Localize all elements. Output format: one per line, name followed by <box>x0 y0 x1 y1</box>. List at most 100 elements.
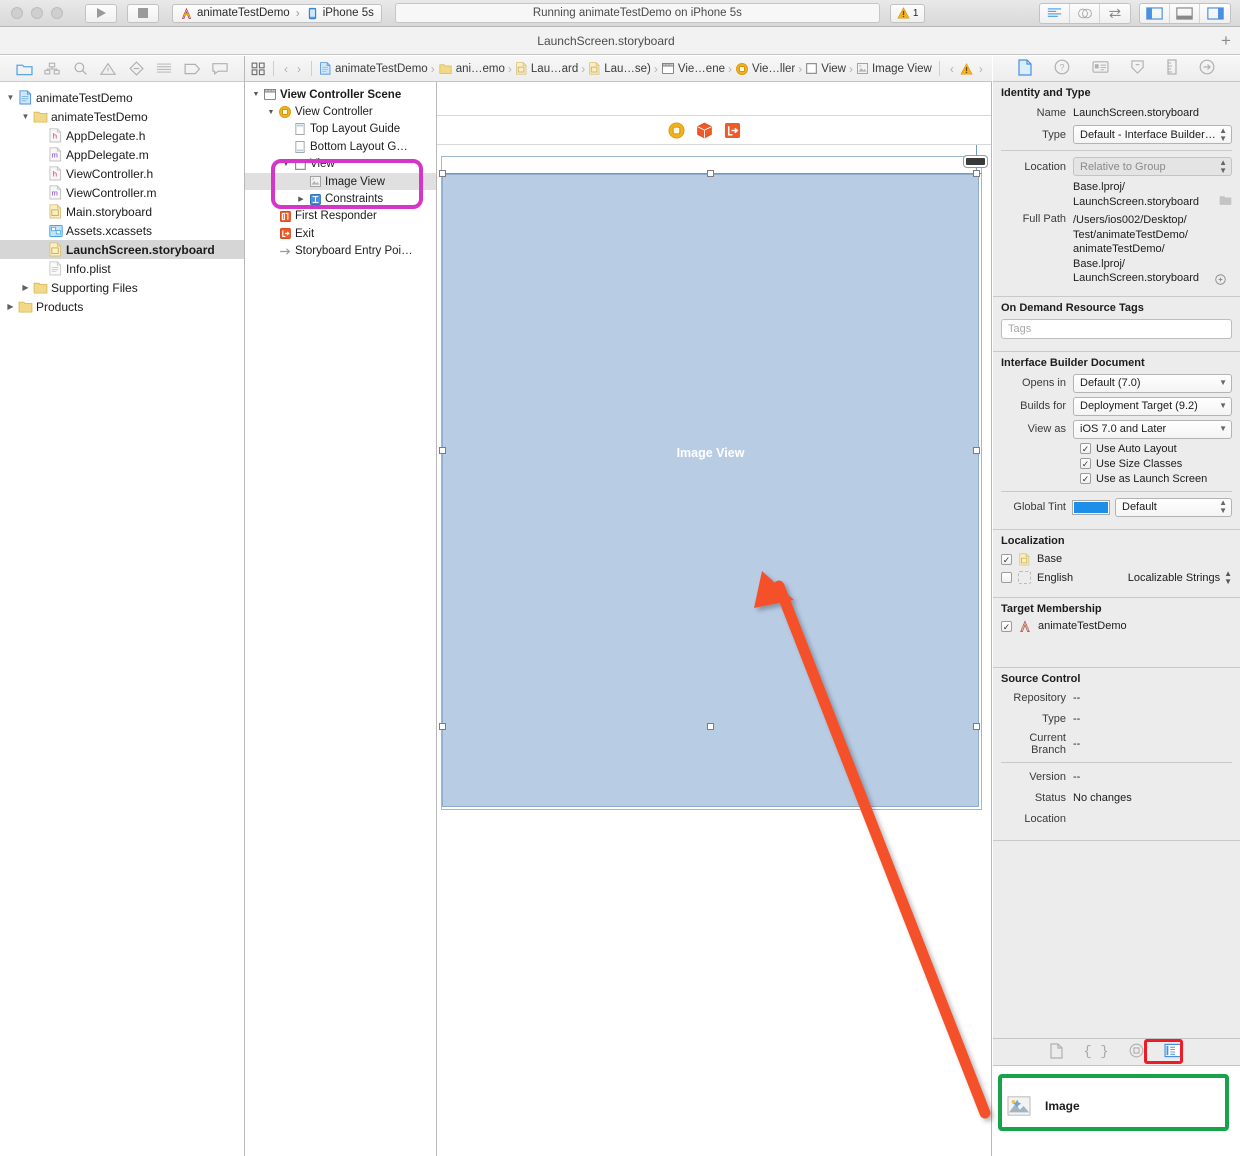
symbol-navigator-tab[interactable] <box>41 60 63 78</box>
project-file-row[interactable]: m AppDelegate.m <box>0 145 244 164</box>
issue-navigator-tab[interactable] <box>97 60 119 78</box>
project-file-tree[interactable]: ▼ animateTestDemo ▼ animateTestDemo h AppDele… <box>0 82 244 316</box>
target-membership-checkbox[interactable]: ✓ <box>1001 620 1012 632</box>
breadcrumb-item[interactable]: Vie…ene <box>661 62 725 75</box>
breadcrumb-item[interactable]: animateTestDemo <box>319 61 428 76</box>
file-inspector-tab[interactable] <box>1018 58 1032 79</box>
selection-handle-mid-right[interactable] <box>973 447 980 454</box>
editor-mode-segment[interactable] <box>1039 2 1131 24</box>
disclosure-triangle-icon[interactable]: ▼ <box>19 112 32 121</box>
object-library-tab[interactable] <box>1129 1043 1144 1061</box>
project-file-row[interactable]: ▶ Products <box>0 297 244 316</box>
project-file-row[interactable]: Info.plist <box>0 259 244 278</box>
code-snippet-library-tab[interactable]: { } <box>1083 1044 1108 1060</box>
list-item[interactable]: Image <box>993 1086 1240 1126</box>
find-navigator-tab[interactable] <box>69 60 91 78</box>
selection-handle-bottom-right[interactable] <box>973 723 980 730</box>
opens-in-select[interactable]: Default (7.0) ▼ <box>1073 373 1232 393</box>
selection-handle-top-center[interactable] <box>707 170 714 177</box>
media-library-list[interactable]: Image <box>993 1066 1240 1156</box>
checkbox[interactable]: ✓ <box>1001 572 1012 583</box>
global-tint-swatch[interactable] <box>1073 500 1109 514</box>
reveal-in-finder-icon[interactable] <box>1215 273 1226 285</box>
checkbox[interactable]: ✓ <box>1080 458 1091 469</box>
project-file-row[interactable]: ▼ animateTestDemo <box>0 88 244 107</box>
tags-input[interactable]: Tags <box>1001 318 1232 339</box>
assistant-editor-button[interactable] <box>1070 3 1100 23</box>
new-tab-button[interactable]: + <box>1212 31 1240 51</box>
disclosure-triangle-icon[interactable]: ▶ <box>19 283 32 292</box>
disclosure-triangle-icon[interactable]: ▶ <box>295 195 307 203</box>
entry-point-icon[interactable] <box>724 122 741 139</box>
ib-checkbox-row[interactable]: ✓ Use Size Classes <box>1001 458 1232 470</box>
outline-row[interactable]: Exit <box>245 225 436 242</box>
exit-icon[interactable] <box>696 122 713 139</box>
view-as-select[interactable]: iOS 7.0 and Later ▼ <box>1073 419 1232 439</box>
disclosure-triangle-icon[interactable]: ▼ <box>280 161 292 168</box>
breadcrumb-item[interactable]: ani…emo <box>438 62 505 76</box>
minimize-window-button[interactable] <box>31 7 43 19</box>
breadcrumb-item[interactable]: Lau…ard <box>515 61 578 76</box>
document-outline[interactable]: ▼ View Controller Scene ▼ View Controller To… <box>245 82 437 1156</box>
toggle-utilities-button[interactable] <box>1200 4 1230 23</box>
project-file-row[interactable]: ▶ Supporting Files <box>0 278 244 297</box>
localization-type[interactable]: Localizable Strings ▲ ▼ <box>1128 569 1232 586</box>
breadcrumb-item[interactable]: Image View <box>856 62 932 75</box>
breadcrumb-item[interactable]: View <box>805 62 846 75</box>
selection-handle-top-left[interactable] <box>439 170 446 177</box>
checkbox[interactable]: ✓ <box>1001 553 1012 565</box>
outline-row[interactable]: First Responder <box>245 208 436 225</box>
tab-launchscreen-storyboard[interactable]: LaunchScreen.storyboard <box>0 34 1212 48</box>
selection-handle-bottom-center[interactable] <box>707 723 714 730</box>
checkbox[interactable]: ✓ <box>1080 443 1091 454</box>
project-file-row[interactable]: Assets.xcassets <box>0 221 244 240</box>
disclosure-triangle-icon[interactable]: ▼ <box>4 93 17 102</box>
warning-icon[interactable] <box>960 62 973 75</box>
breadcrumb-item[interactable]: Lau…se) <box>588 61 651 76</box>
next-issue-button[interactable]: › <box>976 62 986 76</box>
outline-row[interactable]: Image View <box>245 172 436 191</box>
ib-checkbox-row[interactable]: ✓ Use as Launch Screen <box>1001 473 1232 485</box>
location-select[interactable]: Relative to Group ▲ ▼ <box>1073 157 1232 176</box>
previous-issue-button[interactable]: ‹ <box>947 62 957 76</box>
test-navigator-tab[interactable] <box>125 60 147 78</box>
outline-row[interactable]: ▼ View Controller Scene <box>245 86 436 103</box>
report-navigator-tab[interactable] <box>209 60 231 78</box>
standard-editor-button[interactable] <box>1040 3 1070 23</box>
selection-handle-top-right[interactable] <box>973 170 980 177</box>
outline-row[interactable]: ▶ Constraints <box>245 190 436 207</box>
localization-row[interactable]: ✓ Base <box>1001 552 1232 567</box>
selection-handle-bottom-left[interactable] <box>439 723 446 730</box>
window-controls[interactable] <box>11 7 63 19</box>
file-type-select[interactable]: Default - Interface Builder… ▲ ▼ <box>1073 125 1232 144</box>
localization-row[interactable]: ✓ English Localizable Strings▲▼ <box>1001 569 1232 586</box>
version-editor-button[interactable] <box>1100 4 1130 23</box>
choose-folder-icon[interactable] <box>1219 194 1232 206</box>
project-file-row[interactable]: h AppDelegate.h <box>0 126 244 145</box>
ib-checkbox-row[interactable]: ✓ Use Auto Layout <box>1001 443 1232 455</box>
target-membership-row[interactable]: ✓ animateTestDemo <box>1001 620 1232 633</box>
stop-button[interactable] <box>127 3 159 23</box>
disclosure-triangle-icon[interactable]: ▼ <box>250 91 262 98</box>
zoom-window-button[interactable] <box>51 7 63 19</box>
toggle-navigator-button[interactable] <box>1140 3 1170 23</box>
outline-row[interactable]: ▼ View Controller <box>245 103 436 120</box>
selection-handle-mid-left[interactable] <box>439 447 446 454</box>
outline-row[interactable]: Storyboard Entry Poi… <box>245 243 436 260</box>
quick-help-tab[interactable]: ? <box>1054 59 1070 78</box>
navigate-back-button[interactable]: ‹ <box>281 62 291 76</box>
interface-builder-canvas[interactable]: Image View <box>437 82 992 1156</box>
size-inspector-tab[interactable] <box>1167 59 1177 78</box>
project-file-row[interactable]: h ViewController.h <box>0 164 244 183</box>
image-view-on-canvas[interactable]: Image View <box>442 174 979 807</box>
outline-row[interactable]: ▼ View <box>245 156 436 173</box>
builds-for-select[interactable]: Deployment Target (9.2) ▼ <box>1073 396 1232 416</box>
breadcrumb[interactable]: animateTestDemo › ani…emo › Lau…ard › Lau…se) ›… <box>319 61 932 76</box>
first-responder-icon[interactable] <box>668 121 685 139</box>
project-file-row[interactable]: Main.storyboard <box>0 202 244 221</box>
connections-inspector-tab[interactable] <box>1199 59 1215 78</box>
scheme-selector[interactable]: animateTestDemo › iPhone 5s <box>172 3 382 23</box>
canvas-resize-grip[interactable] <box>964 156 987 167</box>
disclosure-triangle-icon[interactable]: ▶ <box>4 302 17 311</box>
toggle-debug-area-button[interactable] <box>1170 3 1200 23</box>
